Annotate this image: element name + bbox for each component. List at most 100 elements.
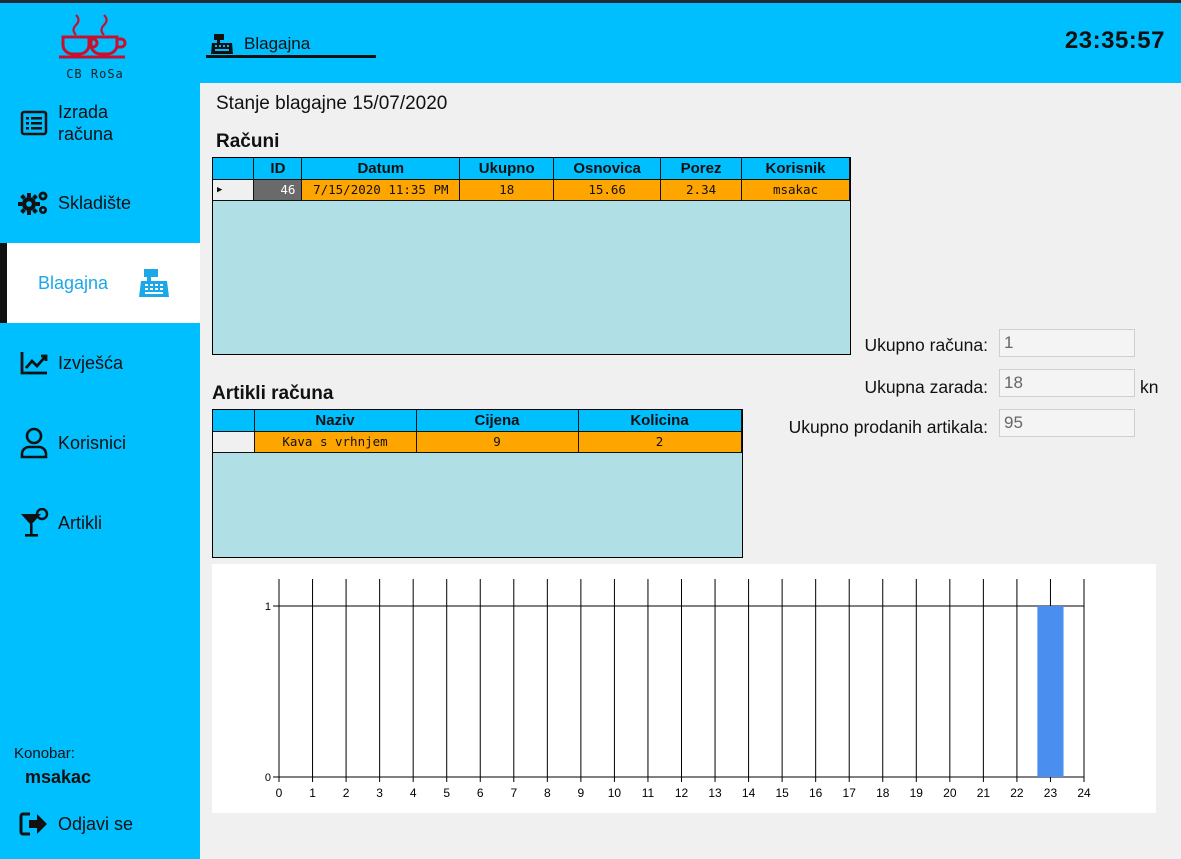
cell-kolicina[interactable]: 2 (578, 431, 742, 453)
receipts-header-row: ID Datum Ukupno Osnovica Porez Korisnik (213, 158, 850, 180)
cocktail-icon (18, 507, 50, 539)
table-row[interactable]: Kava s vrhnjem 9 2 (213, 431, 742, 453)
clock: 23:35:57 (1064, 27, 1165, 54)
tab-label: Blagajna (244, 34, 311, 53)
items-header-row: Naziv Cijena Kolicina (213, 410, 742, 432)
row-selector-icon[interactable]: ▶ (213, 179, 255, 201)
sidebar-item-label-line2: računa (58, 124, 114, 144)
active-tab-indicator (206, 55, 376, 58)
x-tick-label: 17 (843, 786, 857, 800)
earnings-unit: kn (1140, 377, 1159, 397)
receipt-count-field[interactable]: 1 (999, 329, 1135, 357)
sidebar-item-label: Skladište (58, 192, 132, 213)
column-header-porez[interactable]: Porez (660, 158, 743, 180)
earnings-field[interactable]: 18 (999, 369, 1135, 397)
sidebar-item-skladiste[interactable]: Skladište (0, 163, 200, 243)
line-chart-icon (18, 347, 50, 379)
x-tick-label: 0 (276, 786, 283, 800)
sign-out-icon (18, 808, 50, 840)
receipt-count-label: Ukupno računa: (864, 335, 988, 355)
waiter-name: msakac (25, 767, 92, 787)
earnings-label: Ukupna zarada: (864, 377, 988, 397)
sidebar-item-label: Artikli (58, 512, 102, 533)
column-header-cijena[interactable]: Cijena (416, 410, 579, 432)
y-tick-label: 0 (265, 772, 271, 784)
cell-id[interactable]: 46 (253, 179, 303, 201)
x-tick-label: 21 (977, 786, 991, 800)
x-tick-label: 3 (376, 786, 383, 800)
x-tick-label: 15 (775, 786, 789, 800)
cell-naziv[interactable]: Kava s vrhnjem (254, 431, 417, 453)
hourly-sales-chart: 0 1 0 1 2 3 4 5 6 7 8 9 10 11 12 13 14 15 16 17 18 19 20 21 22 23… (212, 564, 1156, 813)
x-tick-label: 1 (309, 786, 316, 800)
sidebar-item-label: Korisnici (58, 432, 127, 453)
cell-porez[interactable]: 2.34 (660, 179, 743, 201)
x-tick-label: 9 (578, 786, 585, 800)
sidebar-item-label: Izrada računa (58, 101, 113, 145)
column-header-id[interactable]: ID (253, 158, 303, 180)
chart-svg: 010 1 2 3 4 5 6 7 8 9 10 11 12 13 14 15 16 17 18 19 20 21 22 23… (265, 579, 1091, 800)
logo-text: CB RoSa (66, 67, 124, 81)
x-tick-label: 14 (742, 786, 756, 800)
sidebar-item-korisnici[interactable]: Korisnici (0, 403, 200, 483)
x-tick-label: 5 (443, 786, 450, 800)
x-tick-label: 23 (1044, 786, 1058, 800)
table-row[interactable]: ▶ 46 7/15/2020 11:35 PM 18 15.66 2.34 ms… (213, 179, 850, 201)
column-header-ukupno[interactable]: Ukupno (459, 158, 555, 180)
row-header-corner (213, 158, 255, 180)
x-tick-label: 6 (477, 786, 484, 800)
x-tick-label: 11 (642, 786, 655, 800)
cash-register-icon (210, 32, 236, 56)
x-tick-label: 16 (809, 786, 823, 800)
sidebar-item-blagajna[interactable]: Blagajna (0, 243, 200, 323)
x-tick-label: 24 (1077, 786, 1091, 800)
list-icon (18, 107, 50, 139)
x-tick-label: 19 (910, 786, 924, 800)
items-sold-label: Ukupno prodanih artikala: (788, 417, 988, 437)
sidebar-item-izvjesca[interactable]: Izvješća (0, 323, 200, 403)
items-title: Artikli računa (212, 383, 334, 404)
x-tick-label: 20 (943, 786, 957, 800)
column-header-naziv[interactable]: Naziv (254, 410, 417, 432)
waiter-label: Konobar: (14, 745, 75, 762)
cell-cijena[interactable]: 9 (416, 431, 579, 453)
header-bar: Blagajna 23:35:57 (200, 3, 1181, 83)
x-tick-label: 7 (510, 786, 517, 800)
items-table: Naziv Cijena Kolicina Kava s vrhnjem 9 2 (213, 410, 742, 453)
app-logo: CB RoSa (40, 9, 150, 85)
row-header-corner (213, 410, 255, 432)
cash-register-icon (138, 267, 170, 299)
coffee-cups-logo-icon (59, 14, 127, 59)
x-tick-label: 12 (675, 786, 689, 800)
column-header-korisnik[interactable]: Korisnik (741, 158, 850, 180)
x-tick-label: 4 (410, 786, 417, 800)
cell-korisnik[interactable]: msakac (741, 179, 850, 201)
gears-icon (18, 187, 50, 219)
x-tick-label: 8 (544, 786, 551, 800)
x-tick-label: 10 (608, 786, 622, 800)
items-grid[interactable]: Naziv Cijena Kolicina Kava s vrhnjem 9 2 (212, 409, 743, 558)
receipts-table: ID Datum Ukupno Osnovica Porez Korisnik … (213, 158, 850, 201)
cell-osnovica[interactable]: 15.66 (553, 179, 662, 201)
column-header-datum[interactable]: Datum (301, 158, 461, 180)
user-icon (18, 427, 50, 459)
sidebar-item-label: Blagajna (38, 272, 109, 293)
cell-ukupno[interactable]: 18 (459, 179, 555, 201)
logout-button[interactable]: Odjavi se (18, 808, 133, 840)
column-header-osnovica[interactable]: Osnovica (553, 158, 662, 180)
items-sold-field[interactable]: 95 (999, 409, 1135, 437)
chart-bar (1037, 606, 1064, 777)
row-selector[interactable] (213, 431, 255, 453)
sidebar: CB RoSa Izrada računa Skladište Blagajna… (0, 3, 200, 859)
sidebar-item-label-line1: Izrada (58, 102, 109, 122)
sidebar-item-izrada-racuna[interactable]: Izrada računa (0, 83, 200, 163)
logout-label: Odjavi se (58, 813, 134, 834)
page-title: Stanje blagajne 15/07/2020 (216, 93, 448, 114)
sidebar-item-artikli[interactable]: Artikli (0, 483, 200, 563)
sidebar-item-label: Izvješća (58, 352, 124, 373)
column-header-kolicina[interactable]: Kolicina (578, 410, 742, 432)
x-tick-label: 13 (708, 786, 722, 800)
receipts-grid[interactable]: ID Datum Ukupno Osnovica Porez Korisnik … (212, 157, 851, 355)
x-tick-label: 22 (1010, 786, 1024, 800)
cell-datum[interactable]: 7/15/2020 11:35 PM (301, 179, 461, 201)
